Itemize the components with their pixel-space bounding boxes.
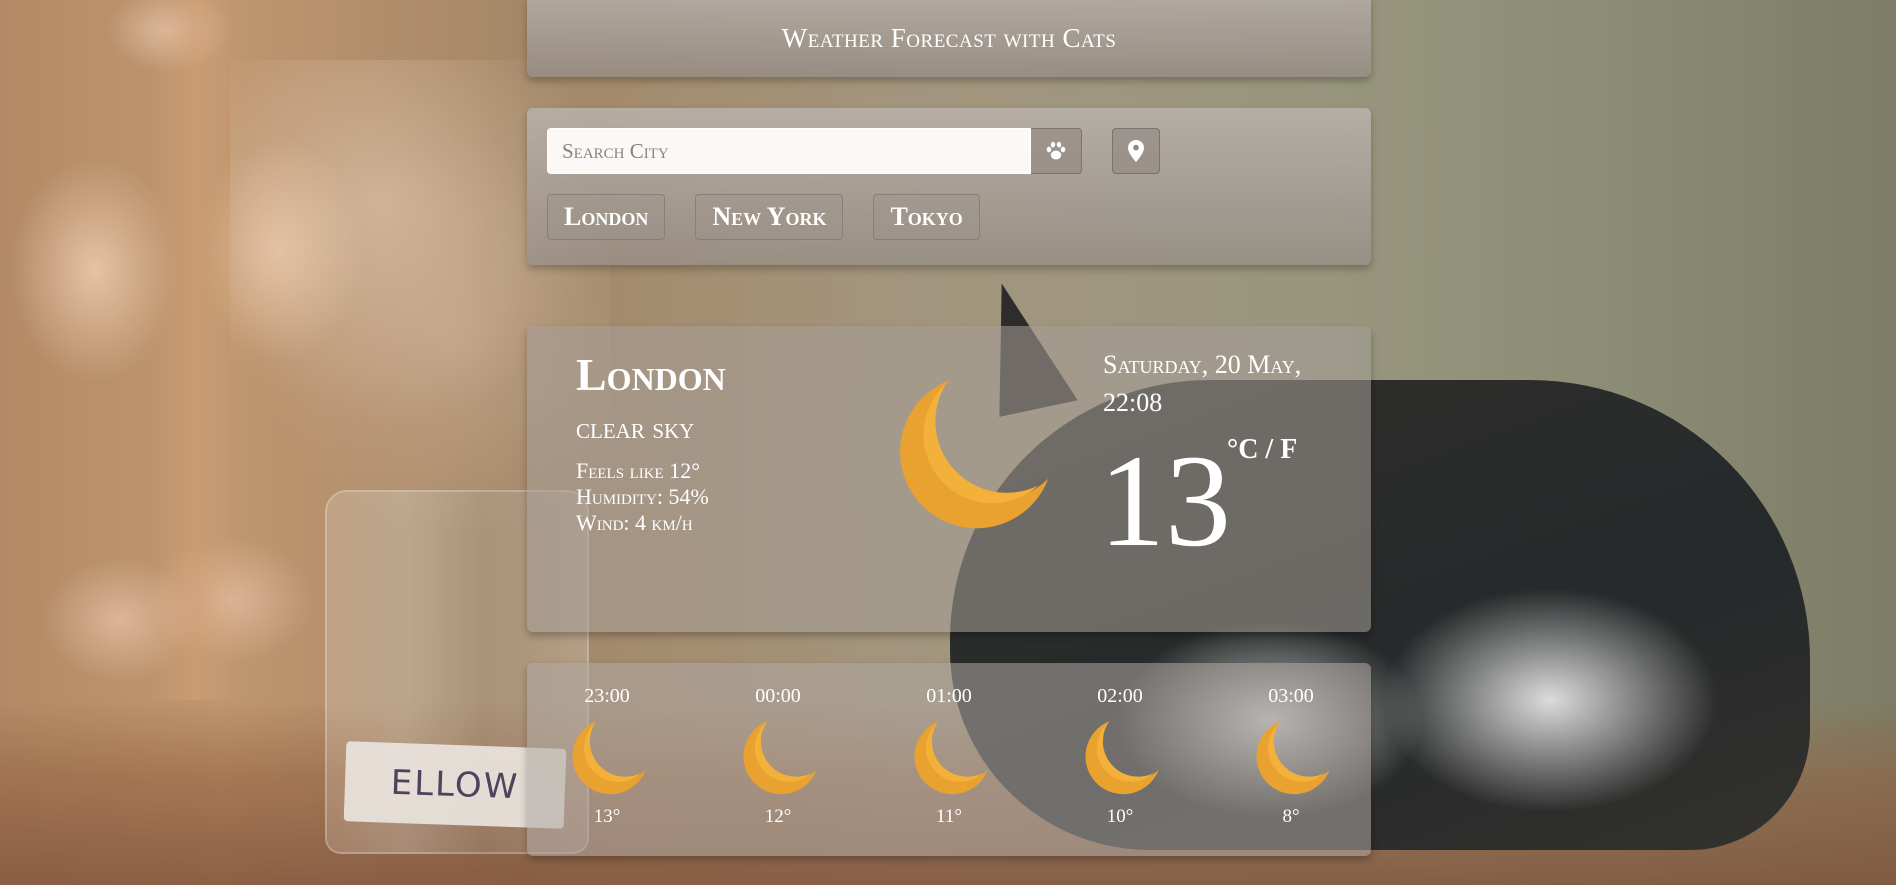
hourly-time: 03:00 <box>1268 685 1314 707</box>
search-input[interactable] <box>547 128 1031 174</box>
hourly-temperature: 8° <box>1282 806 1300 827</box>
feels-like: Feels like 12° <box>576 458 701 483</box>
hourly-temperature: 10° <box>1106 806 1134 827</box>
hourly-item: 23:00 13° <box>557 663 657 856</box>
search-panel: London New York Tokyo <box>527 108 1371 265</box>
city-button-tokyo[interactable]: Tokyo <box>873 194 980 240</box>
humidity: Humidity: 54% <box>576 484 709 509</box>
hourly-forecast-panel: 23:00 13° 00:00 12° 01:00 11° 02:00 10° … <box>527 663 1371 856</box>
hourly-temperature: 13° <box>593 806 621 827</box>
hourly-time: 01:00 <box>926 685 972 707</box>
hourly-time: 02:00 <box>1097 685 1143 707</box>
weather-description: clear sky <box>576 412 695 445</box>
moon-icon <box>1256 721 1330 795</box>
paw-icon <box>1046 141 1066 160</box>
unit-toggle[interactable]: °C / F <box>1227 434 1297 466</box>
current-time: 22:08 <box>1103 388 1163 417</box>
moon-icon <box>572 721 646 795</box>
current-date: Saturday, 20 May, <box>1103 350 1302 379</box>
current-weather-panel: London clear sky Feels like 12° Humidity… <box>527 326 1371 632</box>
hourly-temperature: 12° <box>764 806 792 827</box>
hourly-temperature: 11° <box>936 806 962 827</box>
hourly-time: 23:00 <box>584 685 630 707</box>
city-button-new-york[interactable]: New York <box>695 194 844 240</box>
hourly-item: 02:00 10° <box>1070 663 1170 856</box>
moon-icon <box>1085 721 1159 795</box>
quick-city-list: London New York Tokyo <box>547 194 980 240</box>
hourly-item: 01:00 11° <box>899 663 999 856</box>
city-button-london[interactable]: London <box>547 194 666 240</box>
hourly-item: 03:00 8° <box>1241 663 1341 856</box>
current-date-time: Saturday, 20 May, 22:08 <box>1103 346 1353 422</box>
current-city-name: London <box>576 349 726 400</box>
moon-icon <box>743 721 817 795</box>
weather-details: Feels like 12° Humidity: 54% Wind: 4 km/… <box>576 458 709 536</box>
current-location-button[interactable] <box>1112 128 1160 174</box>
current-temperature: 13 <box>1099 427 1231 574</box>
app-title: Weather Forecast with Cats <box>781 23 1117 53</box>
wind-speed: Wind: 4 km/h <box>576 510 693 535</box>
map-pin-icon <box>1128 140 1144 162</box>
moon-icon <box>900 380 1049 529</box>
search-row <box>547 128 1160 174</box>
hourly-time: 00:00 <box>755 685 801 707</box>
hourly-item: 00:00 12° <box>728 663 828 856</box>
moon-icon <box>914 721 988 795</box>
search-button[interactable] <box>1031 128 1082 174</box>
app-header: Weather Forecast with Cats <box>527 0 1371 77</box>
